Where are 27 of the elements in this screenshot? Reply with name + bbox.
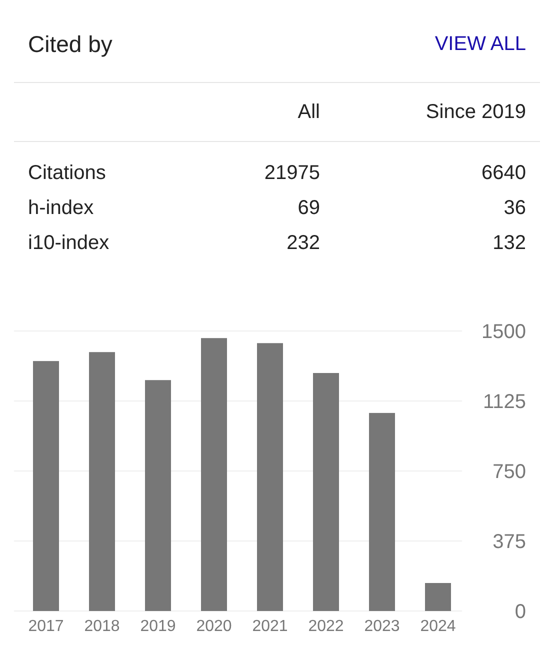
x-tick-label: 2017 xyxy=(28,618,64,635)
stat-value: 21975 xyxy=(263,162,320,185)
y-tick-label: 1500 xyxy=(482,321,526,343)
y-tick-label: 1125 xyxy=(482,391,526,413)
view-all-link[interactable]: VIEW ALL xyxy=(434,32,526,56)
x-tick-label: 2018 xyxy=(84,618,120,635)
stat-label: Citations xyxy=(28,162,107,185)
x-tick-label: 2022 xyxy=(308,618,344,635)
stat-label: h-index xyxy=(28,197,95,220)
panel-title: Cited by xyxy=(28,30,112,58)
x-tick-label: 2020 xyxy=(196,618,232,635)
x-tick-label: 2021 xyxy=(252,618,288,635)
stat-value: 36 xyxy=(502,197,526,220)
stat-label: i10-index xyxy=(28,232,110,255)
y-tick-label: 750 xyxy=(492,461,526,483)
x-tick-label: 2024 xyxy=(420,618,456,635)
stat-value: 132 xyxy=(492,232,526,255)
x-tick-label: 2023 xyxy=(364,618,400,635)
y-tick-label: 0 xyxy=(514,601,526,623)
stat-value: 6640 xyxy=(480,162,526,185)
y-tick-label: 375 xyxy=(492,531,526,553)
stat-value: 69 xyxy=(296,197,320,220)
column-header: All xyxy=(296,100,320,124)
stat-value: 232 xyxy=(286,232,320,255)
column-header: Since 2019 xyxy=(424,100,526,124)
x-tick-label: 2019 xyxy=(140,618,176,635)
bar xyxy=(425,583,451,611)
